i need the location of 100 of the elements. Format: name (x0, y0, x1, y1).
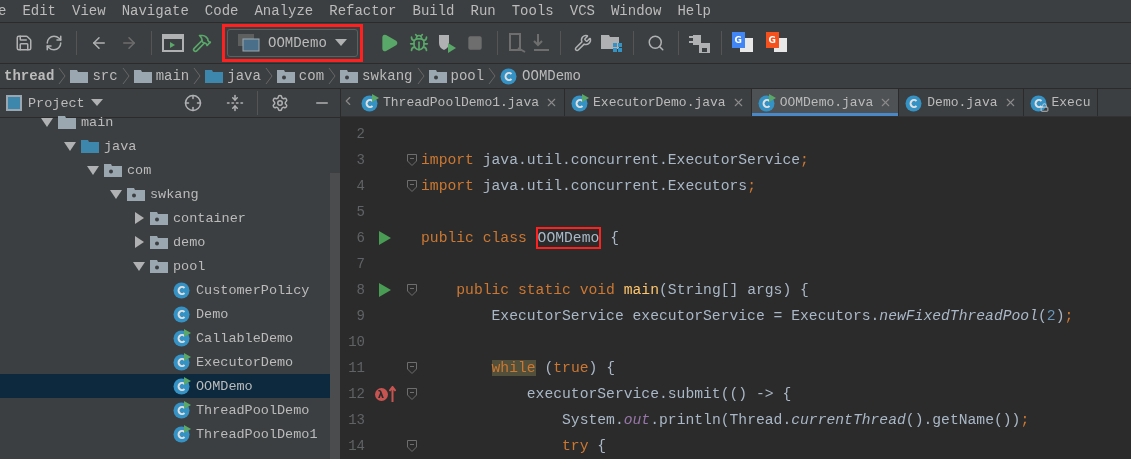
breadcrumb-item[interactable]: swkang (362, 68, 413, 84)
breadcrumb-item[interactable]: main (155, 68, 190, 84)
editor-tab[interactable]: Demo.java (899, 89, 1024, 116)
tree-row[interactable]: ThreadPoolDemo1 (0, 422, 330, 446)
menu-item[interactable]: Analyze (254, 3, 322, 19)
tab-label: Demo.java (927, 95, 998, 110)
menu-item[interactable]: View (72, 3, 114, 19)
tree-row[interactable]: demo (0, 230, 330, 254)
tree-label: container (173, 210, 246, 226)
fold-marker-icon[interactable] (407, 440, 417, 452)
code-line: ExecutorService executorService = Executors.newFixedThreadPool(2); (490, 308, 1074, 324)
folder-icon (70, 69, 89, 83)
line-number: 5 (355, 204, 365, 220)
expanded-arrow-icon[interactable] (110, 188, 122, 200)
highlight-frame: OOMDemo (535, 227, 602, 249)
breadcrumb-item[interactable]: com (298, 68, 325, 84)
tree-row[interactable]: ThreadPoolDemo (0, 398, 330, 422)
tree-label: java (104, 138, 137, 154)
line-number: 4 (355, 178, 365, 194)
dropdown-caret-icon[interactable] (90, 99, 103, 107)
package-icon (150, 259, 168, 273)
code-line: System.out.println(Thread.currentThread().getName()); (561, 412, 1030, 428)
breadcrumb-separator-icon (58, 67, 67, 85)
fold-marker-icon[interactable] (407, 362, 417, 374)
fold-marker-icon[interactable] (407, 180, 417, 192)
breadcrumb-item[interactable]: OOMDemo (522, 68, 581, 84)
menu-item[interactable]: VCS (569, 3, 603, 19)
menu-item[interactable]: Tools (511, 3, 562, 19)
scrollbar-thumb[interactable] (330, 173, 340, 459)
class-icon (500, 67, 519, 85)
menu-item[interactable]: Window (610, 3, 670, 19)
menu-item[interactable]: Build (412, 3, 463, 19)
tab-label: Execu (1051, 95, 1091, 110)
expanded-arrow-icon[interactable] (87, 164, 99, 176)
package-icon (104, 163, 122, 177)
tree-row[interactable]: CustomerPolicy (0, 278, 330, 302)
line-number: 8 (355, 282, 365, 298)
expanded-arrow-icon[interactable] (64, 140, 76, 152)
tree-row[interactable]: CallableDemo (0, 326, 330, 350)
tree-label: main (81, 114, 114, 130)
terminal-window-icon[interactable] (162, 34, 184, 52)
tab-label: ExecutorDemo.java (593, 95, 726, 110)
run-gutter-icon[interactable] (379, 231, 391, 245)
tree-row[interactable]: ExecutorDemo (0, 350, 330, 374)
panel-title[interactable]: Project (28, 95, 85, 111)
menu-item[interactable]: Help (677, 3, 719, 19)
translate-button[interactable]: G (731, 32, 754, 54)
run-configuration-dropdown[interactable]: OOMDemo (227, 29, 358, 57)
menu-item[interactable]: Run (470, 3, 504, 19)
source-folder-icon (81, 139, 99, 153)
editor-tab[interactable]: OOMDemo.java (751, 89, 900, 116)
breadcrumb-item[interactable]: pool (450, 68, 485, 84)
tree-row[interactable]: container (0, 206, 330, 230)
line-number: 2 (355, 126, 365, 142)
fold-marker-icon[interactable] (407, 284, 417, 296)
package-icon (150, 235, 168, 249)
breadcrumb-item[interactable]: src (92, 68, 118, 84)
expanded-arrow-icon[interactable] (133, 260, 145, 272)
editor-tab[interactable]: Execu (1023, 89, 1098, 116)
code-line: public class OOMDemo { (421, 230, 619, 246)
translate-button[interactable]: G (765, 32, 788, 54)
tree-row[interactable]: main (0, 110, 330, 134)
tree-label: pool (173, 258, 206, 274)
menu-item[interactable]: Edit (22, 3, 64, 19)
expanded-arrow-icon[interactable] (41, 116, 53, 128)
code-line: try { (561, 438, 607, 454)
line-number: 10 (347, 334, 365, 350)
run-gutter-icon[interactable] (379, 283, 391, 297)
folder-grid-icon[interactable] (600, 34, 623, 52)
collapsed-arrow-icon[interactable] (133, 212, 145, 224)
editor-tab[interactable]: ThreadPoolDemo1.java (355, 89, 566, 116)
code-line: while (true) { (490, 360, 615, 376)
tree-row[interactable]: OOMDemo (0, 374, 330, 398)
tree-row[interactable]: java (0, 134, 330, 158)
fold-marker-icon[interactable] (407, 388, 417, 400)
package-icon (428, 69, 447, 83)
fold-marker-icon[interactable] (407, 154, 417, 166)
code-line: executorService.submit(() -> { (525, 386, 792, 402)
collapsed-arrow-icon[interactable] (133, 236, 145, 248)
code-line: import java.util.concurrent.ExecutorService; (421, 152, 809, 168)
tree-row[interactable]: swkang (0, 182, 330, 206)
tree-row[interactable]: pool (0, 254, 330, 278)
tree-label: com (127, 162, 152, 178)
tree-label: ExecutorDemo (196, 354, 294, 370)
plug-icon[interactable] (688, 33, 711, 53)
shield-run-icon[interactable] (436, 33, 457, 53)
editor-tab[interactable]: ExecutorDemo.java (565, 89, 752, 116)
folder-icon (58, 115, 76, 129)
tree-row[interactable]: com (0, 158, 330, 182)
breadcrumb-separator-icon (264, 67, 273, 85)
tree-row[interactable]: Demo (0, 302, 330, 326)
menu-item[interactable]: Refactor (329, 3, 405, 19)
breadcrumb-item[interactable]: java (227, 68, 261, 84)
tree-label: ThreadPoolDemo1 (196, 426, 318, 442)
menu-item[interactable]: Code (204, 3, 247, 19)
package-icon (150, 211, 168, 225)
line-number: 11 (347, 360, 365, 376)
breadcrumb-item[interactable]: thread (4, 68, 55, 84)
line-number: 14 (347, 438, 365, 454)
menu-item[interactable]: Navigate (121, 3, 197, 19)
